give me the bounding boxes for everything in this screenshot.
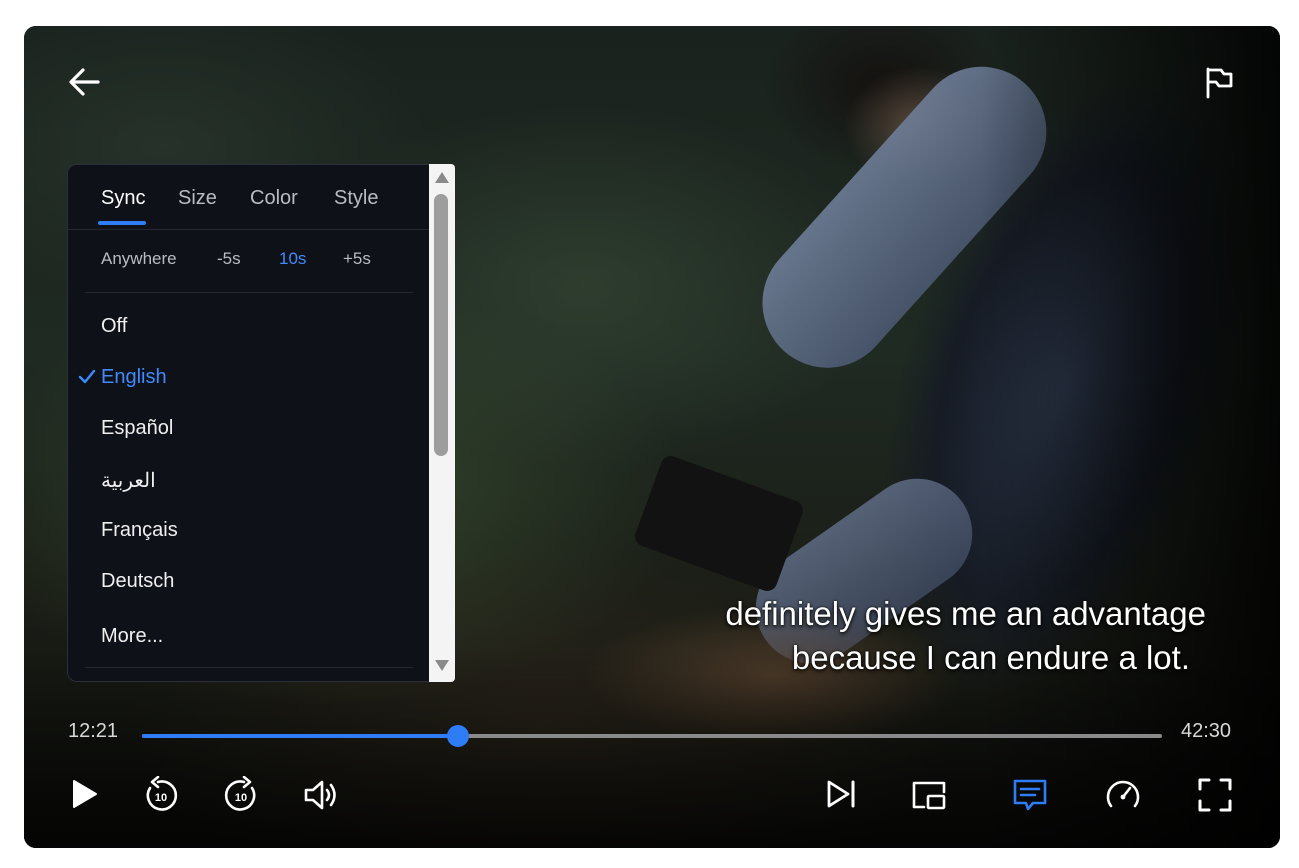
forward-10-icon[interactable]: 10 bbox=[220, 774, 262, 816]
scroll-thumb[interactable] bbox=[434, 194, 448, 456]
flag-icon[interactable] bbox=[1199, 62, 1239, 102]
sync-option-10s[interactable]: 10s bbox=[279, 249, 306, 269]
language-english[interactable]: English bbox=[101, 366, 167, 389]
rewind-10-icon[interactable]: 10 bbox=[140, 774, 182, 816]
playback-speed-icon[interactable] bbox=[1102, 774, 1144, 816]
menu-scrollbar[interactable] bbox=[429, 164, 455, 682]
subtitles-menu: Sync Size Color Style Anywhere -5s 10s +… bbox=[67, 164, 431, 682]
sync-option-minus-5s[interactable]: -5s bbox=[217, 249, 241, 269]
active-tab-indicator bbox=[98, 221, 146, 225]
subtitle-text: definitely gives me an advantage because… bbox=[725, 592, 1206, 680]
language-more[interactable]: More... bbox=[101, 625, 163, 648]
tab-size[interactable]: Size bbox=[178, 187, 217, 210]
language-espanol[interactable]: Español bbox=[101, 417, 173, 440]
tab-sync[interactable]: Sync bbox=[101, 187, 145, 210]
sync-option-plus-5s[interactable]: +5s bbox=[343, 249, 371, 269]
subtitle-line: because I can endure a lot. bbox=[791, 639, 1190, 676]
scroll-up-arrow-icon[interactable] bbox=[435, 172, 449, 183]
divider bbox=[85, 292, 413, 293]
tab-style[interactable]: Style bbox=[334, 187, 378, 210]
svg-text:10: 10 bbox=[235, 792, 247, 804]
play-icon[interactable] bbox=[64, 774, 104, 814]
check-icon bbox=[78, 369, 96, 390]
progress-bar[interactable] bbox=[142, 725, 1162, 747]
current-time: 12:21 bbox=[68, 720, 119, 742]
fullscreen-icon[interactable] bbox=[1194, 774, 1236, 816]
subtitles-icon[interactable] bbox=[1009, 774, 1051, 816]
sync-options: Anywhere -5s 10s +5s bbox=[68, 249, 430, 279]
tab-color[interactable]: Color bbox=[250, 187, 298, 210]
language-francais[interactable]: Français bbox=[101, 519, 178, 542]
menu-tabs: Sync Size Color Style bbox=[68, 165, 430, 230]
next-icon[interactable] bbox=[821, 774, 861, 814]
back-arrow-icon[interactable] bbox=[64, 62, 104, 102]
volume-icon[interactable] bbox=[300, 774, 342, 816]
svg-text:10: 10 bbox=[155, 792, 167, 804]
divider bbox=[85, 667, 413, 668]
scroll-down-arrow-icon[interactable] bbox=[435, 660, 449, 671]
progress-fill bbox=[142, 734, 459, 738]
video-player[interactable]: Sync Size Color Style Anywhere -5s 10s +… bbox=[24, 26, 1280, 848]
sync-option-anywhere[interactable]: Anywhere bbox=[101, 249, 177, 269]
language-deutsch[interactable]: Deutsch bbox=[101, 570, 174, 593]
language-arabic[interactable]: العربية bbox=[101, 468, 156, 493]
picture-in-picture-icon[interactable] bbox=[908, 774, 950, 816]
language-off[interactable]: Off bbox=[101, 315, 127, 338]
total-time: 42:30 bbox=[1181, 720, 1232, 742]
subtitle-line: definitely gives me an advantage bbox=[725, 595, 1206, 632]
